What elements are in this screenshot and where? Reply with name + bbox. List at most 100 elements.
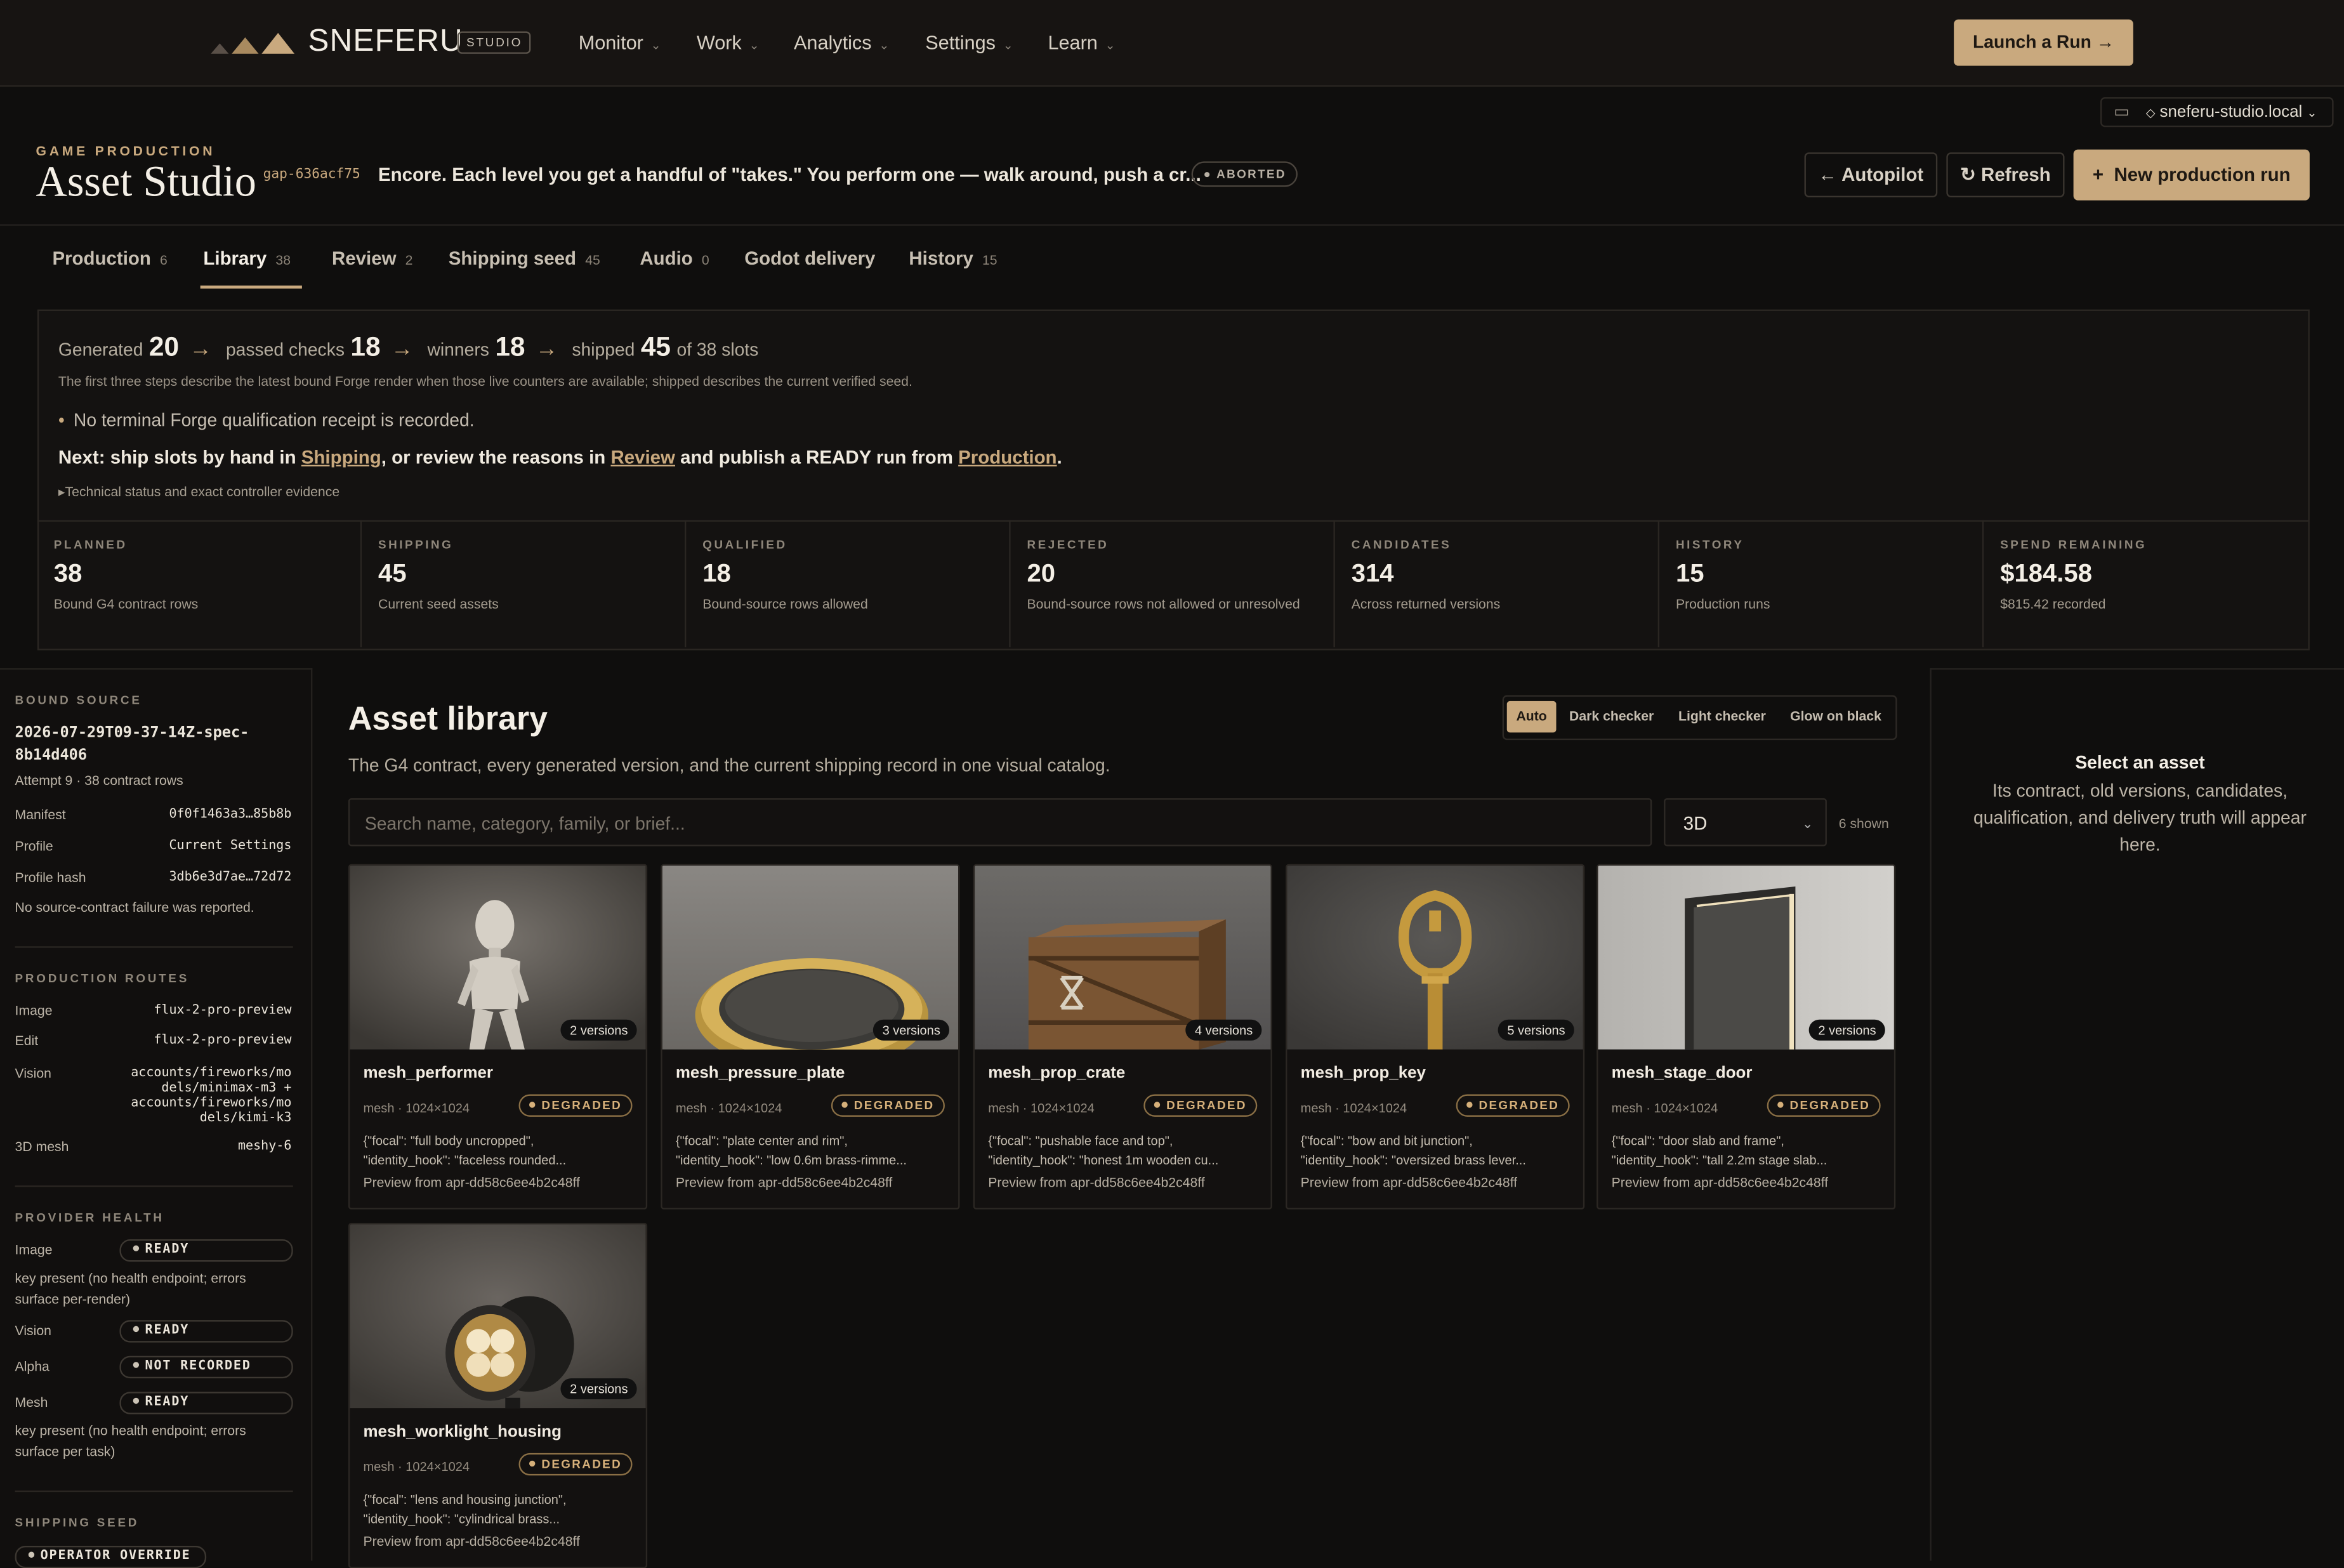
tab-count: 0	[701, 253, 709, 268]
versions-badge: 2 versions	[1809, 1019, 1885, 1041]
versions-badge: 2 versions	[561, 1019, 637, 1041]
attempt-info: Attempt 9 · 38 contract rows	[15, 773, 183, 788]
launch-run-button[interactable]: Launch a Run →	[1954, 19, 2133, 66]
stat-sub: Across returned versions	[1351, 596, 1501, 612]
status-label: DEGRADED	[541, 1098, 622, 1112]
technical-details-toggle[interactable]: ▸Technical status and exact controller e…	[58, 484, 339, 501]
receipt-notice: • No terminal Forge qualification receipt…	[58, 410, 475, 431]
tab-count: 45	[585, 253, 600, 268]
health-status: READY	[145, 1242, 190, 1258]
asset-name: mesh_prop_crate	[988, 1064, 1126, 1083]
brand-name[interactable]: SNEFERU	[308, 24, 463, 60]
versions-badge: 2 versions	[561, 1378, 637, 1400]
tab-production[interactable]: Production 6	[52, 248, 167, 269]
status-badge: ● ABORTED	[1191, 161, 1298, 187]
asset-search-input[interactable]: Search name, category, family, or brief.…	[348, 798, 1652, 847]
review-link[interactable]: Review	[610, 447, 675, 468]
active-tab-indicator	[200, 285, 302, 289]
asset-type-select[interactable]: 3D ⌄	[1664, 798, 1827, 847]
details-label: Technical status and exact controller ev…	[65, 484, 340, 499]
refresh-button[interactable]: ↻ Refresh	[1946, 152, 2065, 197]
health-status: NOT RECORDED	[145, 1359, 251, 1374]
bg-auto-button[interactable]: Auto	[1506, 701, 1557, 733]
menu-learn[interactable]: Learn ⌄	[1048, 31, 1115, 53]
host-selector[interactable]: ▭ ◇ sneferu-studio.local ⌄	[2100, 97, 2334, 128]
divider	[15, 946, 293, 948]
tab-label: Production	[52, 248, 151, 270]
autopilot-button[interactable]: ← Autopilot	[1804, 152, 1938, 197]
profile-value: Current Settings	[169, 838, 292, 854]
status-label: ABORTED	[1216, 167, 1286, 181]
menu-monitor[interactable]: Monitor ⌄	[579, 31, 661, 53]
arrow-left-icon: ←	[1818, 164, 1837, 186]
tab-audio[interactable]: Audio 0	[640, 248, 709, 269]
asset-name: mesh_worklight_housing	[363, 1423, 562, 1442]
stat-sub: Bound G4 contract rows	[53, 596, 199, 612]
status-dot-icon	[529, 1102, 536, 1108]
gap-id[interactable]: gap-636acf75	[263, 168, 360, 183]
route-vision-value: accounts/fireworks/mo	[131, 1095, 292, 1111]
bg-glow-on-black-button[interactable]: Glow on black	[1782, 701, 1890, 732]
arrow-right-icon: →	[536, 336, 558, 362]
asset-card-mesh-stage-door[interactable]: 2 versions mesh_stage_door mesh · 1024×1…	[1597, 864, 1896, 1209]
asset-meta: mesh · 1024×1024	[1611, 1100, 1718, 1116]
asset-card-mesh-performer[interactable]: 2 versions mesh_performer mesh · 1024×10…	[348, 864, 648, 1209]
hook-line: "identity_hook": "oversized brass lever.…	[1300, 1152, 1526, 1168]
tab-library[interactable]: Library 38	[203, 248, 291, 269]
menu-work[interactable]: Work ⌄	[697, 31, 760, 53]
tab-shipping-seed[interactable]: Shipping seed 45	[449, 248, 600, 269]
asset-hook: {"focal": "full body uncropped", "identit…	[363, 1131, 632, 1170]
status-dot-icon	[133, 1326, 140, 1333]
stat-sub: $815.42 recorded	[2000, 596, 2106, 612]
route-edit-value: flux-2-pro-preview	[154, 1032, 292, 1048]
routes-heading: PRODUCTION ROUTES	[15, 972, 190, 985]
asset-hook: {"focal": "plate center and rim", "identi…	[676, 1131, 945, 1170]
new-run-label: New production run	[2114, 164, 2291, 186]
status-dot-icon	[1154, 1102, 1161, 1108]
shipping-seed-heading: SHIPPING SEED	[15, 1515, 140, 1530]
tab-history[interactable]: History 15	[909, 248, 997, 269]
status-label: DEGRADED	[853, 1098, 935, 1112]
bg-dark-checker-button[interactable]: Dark checker	[1561, 701, 1663, 732]
route-edit-label: Edit	[15, 1032, 39, 1048]
manifest-value: 0f0f1463a3…85b8b	[169, 807, 292, 822]
asset-card-mesh-worklight-housing[interactable]: 2 versions mesh_worklight_housing mesh ·…	[348, 1223, 648, 1568]
shipping-link[interactable]: Shipping	[301, 447, 381, 468]
asset-card-mesh-pressure-plate[interactable]: 3 versions mesh_pressure_plate mesh · 10…	[661, 864, 960, 1209]
menu-analytics[interactable]: Analytics ⌄	[794, 31, 889, 53]
chevron-down-icon: ⌄	[1801, 816, 1814, 831]
next-text: .	[1057, 447, 1062, 468]
status-dot-icon	[1466, 1102, 1473, 1108]
asset-hook: {"focal": "bow and bit junction", "identi…	[1301, 1131, 1570, 1170]
asset-card-mesh-prop-crate[interactable]: 4 versions mesh_prop_crate mesh · 1024×1…	[973, 864, 1272, 1209]
shipped-label: shipped	[572, 339, 635, 360]
operator-override-badge: OPERATOR OVERRIDE	[15, 1546, 207, 1568]
status-label: DEGRADED	[1789, 1098, 1871, 1112]
hook-line: {"focal": "full body uncropped",	[363, 1133, 534, 1149]
bound-source-heading: BOUND SOURCE	[15, 694, 142, 708]
status-badge: DEGRADED	[1767, 1094, 1881, 1117]
winners-label: winners	[427, 339, 489, 360]
menu-settings[interactable]: Settings ⌄	[925, 31, 1013, 53]
passed-count: 18	[350, 332, 381, 362]
plus-icon: +	[2092, 164, 2104, 186]
arrow-right-icon: →	[391, 336, 414, 362]
preview-source: Preview from apr-dd58c6ee4b2c48ff	[363, 1534, 580, 1549]
stat-qualified: QUALIFIED 18 Bound-source rows allowed	[686, 520, 1011, 648]
health-status: READY	[145, 1322, 190, 1338]
production-link[interactable]: Production	[958, 447, 1057, 468]
menu-label: Learn	[1048, 31, 1098, 54]
hook-line: "identity_hook": "cylindrical brass...	[363, 1511, 560, 1527]
health-status: READY	[145, 1395, 190, 1410]
detail-empty-description: Its contract, old versions, candidates, …	[1973, 780, 2307, 855]
health-alpha-label: Alpha	[15, 1359, 49, 1374]
generated-label: Generated	[58, 339, 143, 360]
tab-label: Library	[203, 248, 267, 270]
tab-review[interactable]: Review 2	[332, 248, 412, 269]
tab-godot-delivery[interactable]: Godot delivery	[744, 248, 875, 269]
status-label: DEGRADED	[541, 1458, 622, 1472]
asset-name: mesh_pressure_plate	[675, 1064, 845, 1083]
new-production-run-button[interactable]: + New production run	[2073, 149, 2310, 201]
bg-light-checker-button[interactable]: Light checker	[1668, 701, 1776, 732]
asset-card-mesh-prop-key[interactable]: 5 versions mesh_prop_key mesh · 1024×102…	[1286, 864, 1585, 1209]
